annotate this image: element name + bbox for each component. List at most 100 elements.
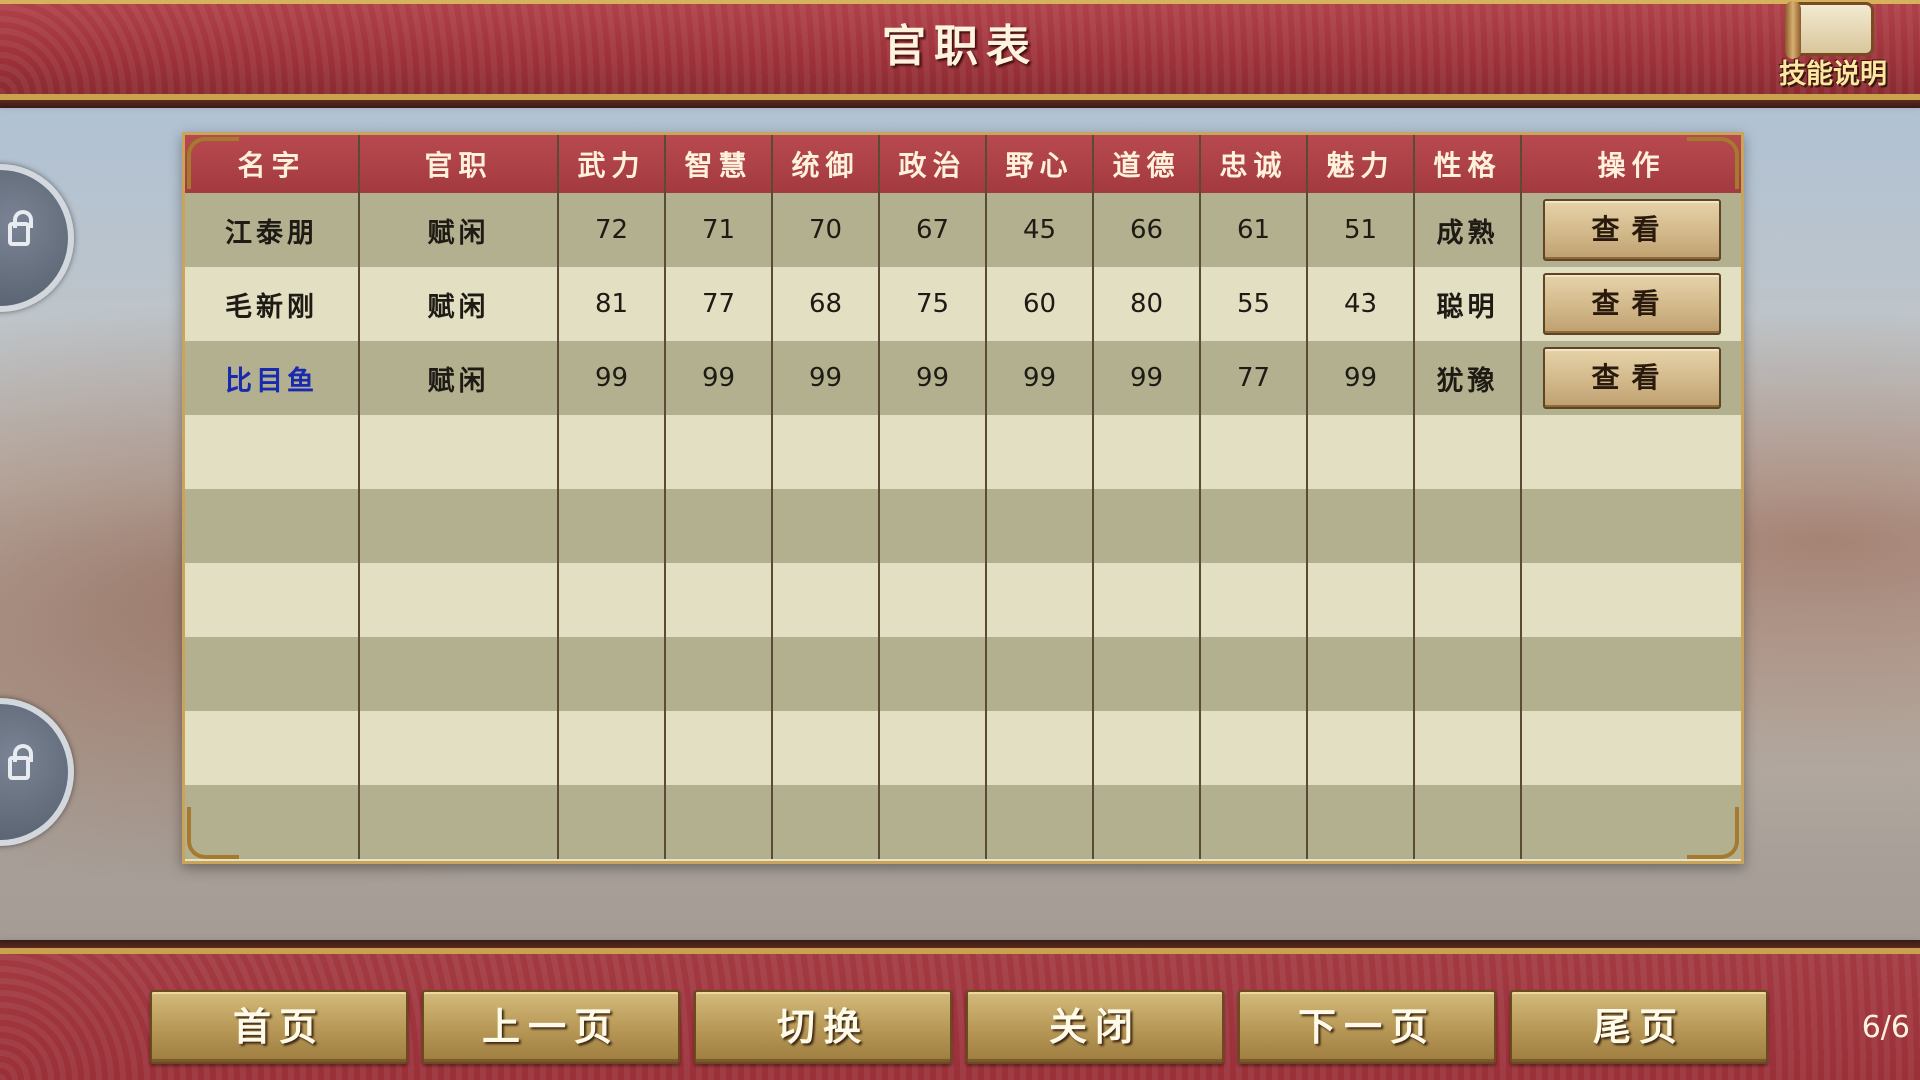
corner-ornament (187, 137, 239, 189)
empty-row (185, 711, 1741, 785)
empty-cell (1200, 489, 1308, 563)
action-cell: 查看 (1521, 267, 1741, 341)
column-header-yexin: 野心 (986, 135, 1094, 193)
empty-cell (558, 711, 666, 785)
empty-cell (986, 415, 1094, 489)
empty-cell (665, 563, 773, 637)
empty-cell (665, 415, 773, 489)
scroll-icon (1785, 1, 1874, 59)
official-personality: 聪明 (1414, 267, 1522, 341)
switch-button[interactable]: 切换 (694, 990, 952, 1064)
table-row: 江泰朋 赋闲 72 71 70 67 45 66 61 51 成熟 查看 (185, 193, 1741, 267)
official-position: 赋闲 (359, 341, 559, 415)
empty-cell (879, 489, 987, 563)
last-page-button[interactable]: 尾页 (1510, 990, 1768, 1064)
skill-info-button[interactable]: 技能说明 (1774, 1, 1892, 92)
empty-cell (185, 563, 360, 637)
empty-cell (1521, 489, 1741, 563)
top-banner: 官职表 技能说明 (0, 0, 1920, 108)
view-button[interactable]: 查看 (1542, 347, 1721, 409)
empty-row (185, 415, 1741, 489)
empty-cell (558, 785, 666, 859)
empty-cell (1414, 785, 1522, 859)
lock-icon (8, 744, 33, 780)
official-name: 毛新刚 (185, 267, 360, 341)
view-button[interactable]: 查看 (1542, 273, 1721, 335)
stat-yexin: 99 (986, 341, 1094, 415)
lock-icon (8, 210, 33, 246)
empty-cell (879, 415, 987, 489)
stat-tongyu: 70 (772, 193, 880, 267)
empty-cell (185, 415, 360, 489)
close-button[interactable]: 关闭 (966, 990, 1224, 1064)
column-header-position: 官职 (359, 135, 559, 193)
stat-wuli: 99 (558, 341, 666, 415)
locked-slot-button[interactable] (0, 698, 74, 846)
empty-cell (185, 489, 360, 563)
empty-cell (772, 489, 880, 563)
view-button[interactable]: 查看 (1542, 199, 1721, 261)
stat-zhongcheng: 77 (1200, 341, 1308, 415)
official-name: 比目鱼 (185, 341, 360, 415)
column-header-daode: 道德 (1093, 135, 1201, 193)
action-cell: 查看 (1521, 341, 1741, 415)
empty-cell (1414, 489, 1522, 563)
empty-cell (772, 563, 880, 637)
empty-cell (1521, 711, 1741, 785)
empty-cell (772, 711, 880, 785)
official-personality: 犹豫 (1414, 341, 1522, 415)
empty-cell (1200, 563, 1308, 637)
empty-cell (1093, 711, 1201, 785)
first-page-button[interactable]: 首页 (150, 990, 408, 1064)
empty-cell (185, 637, 360, 711)
empty-cell (665, 785, 773, 859)
empty-cell (1093, 563, 1201, 637)
empty-cell (986, 563, 1094, 637)
empty-cell (1414, 415, 1522, 489)
empty-cell (1414, 637, 1522, 711)
empty-cell (1093, 785, 1201, 859)
skill-info-label: 技能说明 (1779, 59, 1887, 90)
stat-zhengzhi: 75 (879, 267, 987, 341)
empty-cell (879, 711, 987, 785)
empty-cell (986, 785, 1094, 859)
empty-cell (359, 785, 559, 859)
stat-zhihui: 99 (665, 341, 773, 415)
empty-cell (359, 637, 559, 711)
stat-zhongcheng: 61 (1200, 193, 1308, 267)
empty-cell (665, 637, 773, 711)
stat-tongyu: 68 (772, 267, 880, 341)
empty-cell (1521, 415, 1741, 489)
empty-row (185, 563, 1741, 637)
official-position: 赋闲 (359, 267, 559, 341)
next-page-button[interactable]: 下一页 (1238, 990, 1496, 1064)
empty-cell (1414, 563, 1522, 637)
stat-daode: 66 (1093, 193, 1201, 267)
empty-cell (1307, 711, 1415, 785)
stat-zhihui: 71 (665, 193, 773, 267)
empty-cell (986, 489, 1094, 563)
empty-cell (558, 415, 666, 489)
locked-slot-button[interactable] (0, 164, 74, 312)
official-position: 赋闲 (359, 193, 559, 267)
empty-row (185, 785, 1741, 859)
column-header-zhihui: 智慧 (665, 135, 773, 193)
empty-cell (772, 415, 880, 489)
empty-cell (359, 489, 559, 563)
corner-ornament (187, 807, 239, 859)
column-header-zhengzhi: 政治 (879, 135, 987, 193)
stat-tongyu: 99 (772, 341, 880, 415)
empty-cell (1093, 489, 1201, 563)
empty-cell (1200, 711, 1308, 785)
empty-cell (1200, 785, 1308, 859)
empty-cell (772, 785, 880, 859)
prev-page-button[interactable]: 上一页 (422, 990, 680, 1064)
empty-cell (1307, 489, 1415, 563)
table-row: 毛新刚 赋闲 81 77 68 75 60 80 55 43 聪明 查看 (185, 267, 1741, 341)
empty-cell (986, 637, 1094, 711)
empty-cell (558, 637, 666, 711)
empty-cell (359, 711, 559, 785)
stat-meili: 43 (1307, 267, 1415, 341)
column-header-zhongcheng: 忠诚 (1200, 135, 1308, 193)
empty-cell (665, 711, 773, 785)
